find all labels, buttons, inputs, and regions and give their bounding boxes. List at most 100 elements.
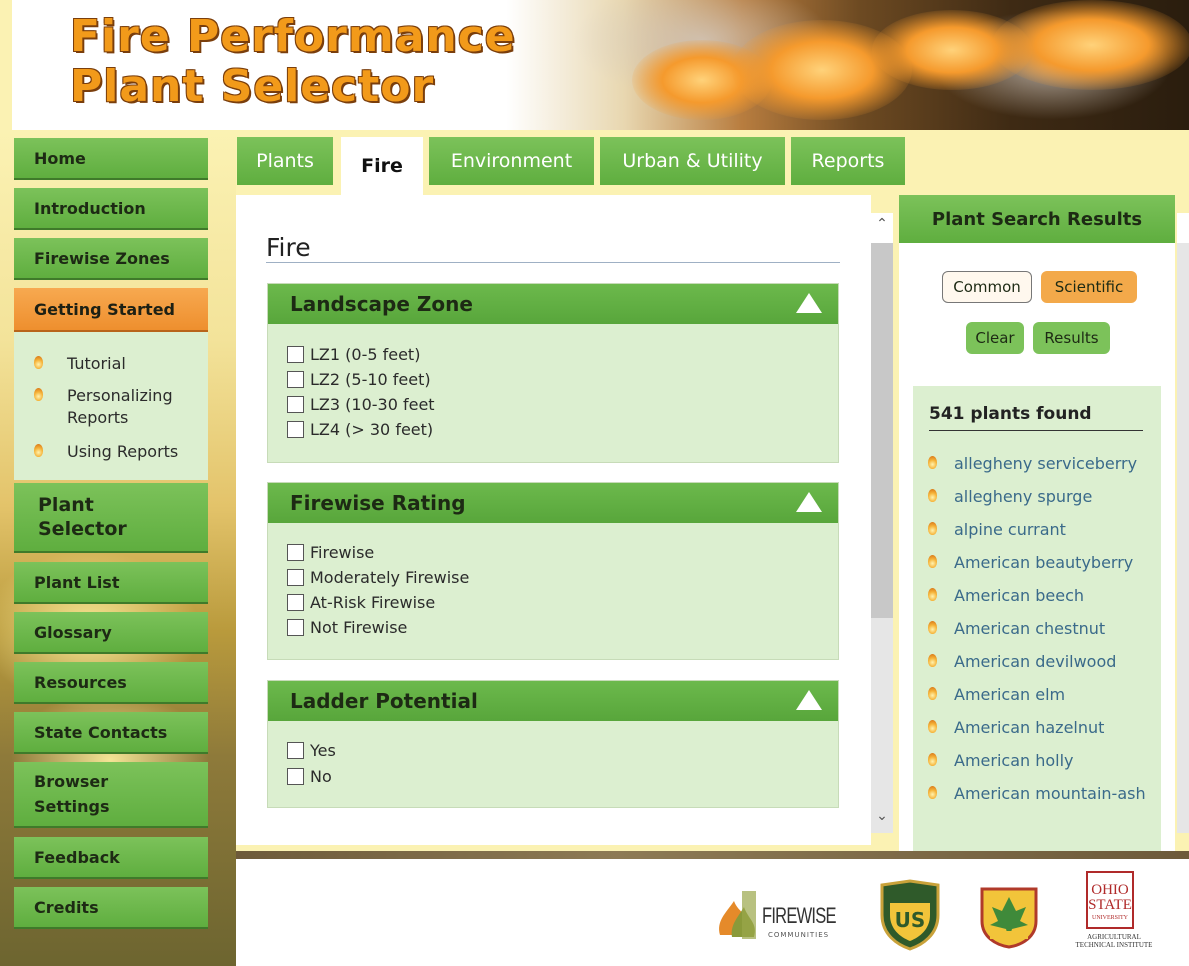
collapse-up-icon[interactable] — [796, 690, 822, 710]
page-title: Fire — [266, 233, 311, 262]
app-title: Fire Performance Plant Selector — [70, 12, 516, 112]
result-item[interactable]: American elm — [913, 683, 1161, 707]
nav-feedback[interactable]: Feedback — [14, 837, 208, 879]
result-item[interactable]: American hazelnut — [913, 716, 1161, 740]
option-lz4[interactable]: LZ4 (> 30 feet) — [287, 417, 433, 441]
tab-urban-utility-label: Urban & Utility — [622, 150, 763, 172]
flame-bullet-icon — [928, 786, 937, 799]
scientific-name-toggle[interactable]: Scientific — [1041, 271, 1137, 303]
option-lz1-label: LZ1 (0-5 feet) — [310, 344, 421, 364]
option-at-risk-firewise[interactable]: At-Risk Firewise — [287, 590, 435, 614]
result-item-label: allegheny serviceberry — [954, 454, 1138, 473]
nav-getting-started-label: Getting Started — [34, 299, 175, 319]
submenu-tutorial[interactable]: Tutorial — [14, 353, 208, 375]
option-lz2[interactable]: LZ2 (5-10 feet) — [287, 367, 431, 391]
title-divider — [266, 262, 840, 263]
tab-fire-label: Fire — [361, 155, 403, 177]
nav-state-contacts-label: State Contacts — [34, 722, 168, 742]
tab-environment-label: Environment — [450, 150, 573, 172]
results-scroll-track[interactable] — [1177, 243, 1189, 833]
tab-plants-label: Plants — [256, 150, 314, 172]
main-scrollbar[interactable]: ⌃ ⌄ — [871, 213, 893, 833]
ladder-potential-group: Ladder Potential Yes No — [267, 680, 839, 808]
checkbox[interactable] — [287, 420, 304, 438]
checkbox[interactable] — [287, 741, 304, 759]
option-no[interactable]: No — [287, 764, 332, 788]
result-item[interactable]: American mountain-ash — [913, 782, 1161, 830]
common-name-toggle[interactable]: Common — [942, 271, 1032, 303]
checkbox[interactable] — [287, 568, 304, 586]
tab-urban-utility[interactable]: Urban & Utility — [600, 137, 785, 185]
nav-plant-selector[interactable]: Plant Selector — [14, 483, 208, 553]
nav-credits[interactable]: Credits — [14, 887, 208, 929]
option-lz4-label: LZ4 (> 30 feet) — [310, 419, 434, 439]
nav-state-contacts[interactable]: State Contacts — [14, 712, 208, 754]
scroll-up-icon[interactable]: ⌃ — [874, 217, 890, 231]
results-button[interactable]: Results — [1033, 322, 1110, 354]
tab-environment[interactable]: Environment — [429, 137, 594, 185]
ohio-state-ati-logo[interactable]: OHIO STATE UNIVERSITY AGRICULTURAL TECHN… — [1074, 871, 1154, 963]
main-scroll-thumb[interactable] — [871, 243, 893, 618]
option-yes[interactable]: Yes — [287, 738, 336, 762]
forest-service-shield-icon: US — [880, 879, 940, 951]
nav-introduction[interactable]: Introduction — [14, 188, 208, 230]
clear-button-label: Clear — [975, 329, 1015, 347]
result-item[interactable]: allegheny spurge — [913, 485, 1161, 509]
nav-resources[interactable]: Resources — [14, 662, 208, 704]
submenu-personalizing-reports[interactable]: Personalizing Reports — [14, 385, 208, 429]
checkbox[interactable] — [287, 345, 304, 363]
scientific-name-toggle-label: Scientific — [1054, 278, 1124, 296]
checkbox[interactable] — [287, 543, 304, 561]
tab-plants[interactable]: Plants — [237, 137, 333, 185]
landscape-zone-group: Landscape Zone LZ1 (0-5 feet) LZ2 (5-10 … — [267, 283, 839, 463]
checkbox[interactable] — [287, 618, 304, 636]
nav-browser-settings[interactable]: Browser Settings — [14, 762, 208, 828]
option-not-firewise[interactable]: Not Firewise — [287, 615, 407, 639]
checkbox[interactable] — [287, 370, 304, 388]
result-item[interactable]: allegheny serviceberry — [913, 452, 1161, 476]
result-item-label: American mountain-ash — [954, 784, 1146, 803]
option-firewise[interactable]: Firewise — [287, 540, 374, 564]
result-item[interactable]: American devilwood — [913, 650, 1161, 674]
tab-fire[interactable]: Fire — [341, 137, 423, 195]
result-item[interactable]: American holly — [913, 749, 1161, 773]
nav-getting-started[interactable]: Getting Started — [14, 288, 208, 332]
ladder-potential-header[interactable]: Ladder Potential — [268, 681, 838, 721]
result-item[interactable]: American beautyberry — [913, 551, 1161, 575]
nav-glossary[interactable]: Glossary — [14, 612, 208, 654]
clear-button[interactable]: Clear — [966, 322, 1024, 354]
landscape-zone-header[interactable]: Landscape Zone — [268, 284, 838, 324]
option-lz3[interactable]: LZ3 (10-30 feet — [287, 392, 435, 416]
result-item[interactable]: American beech — [913, 584, 1161, 608]
checkbox[interactable] — [287, 593, 304, 611]
results-count: 541 plants found — [929, 404, 1092, 424]
results-scrollbar[interactable] — [1177, 213, 1189, 833]
option-at-risk-firewise-label: At-Risk Firewise — [310, 592, 436, 612]
result-item[interactable]: alpine currant — [913, 518, 1161, 542]
ohio-line3: UNIVERSITY — [1092, 915, 1128, 921]
checkbox[interactable] — [287, 767, 304, 785]
firewise-rating-header[interactable]: Firewise Rating — [268, 483, 838, 523]
west-virginia-division-of-forestry-logo[interactable] — [976, 881, 1042, 949]
result-item[interactable]: American chestnut — [913, 617, 1161, 641]
flame-bullet-icon — [928, 456, 937, 469]
nav-firewise-zones[interactable]: Firewise Zones — [14, 238, 208, 280]
forest-service-logo[interactable]: US — [878, 879, 942, 951]
flame-bullet-icon — [928, 489, 937, 502]
ohio-line2: STATE — [1088, 897, 1132, 913]
firewise-rating-title: Firewise Rating — [290, 491, 466, 515]
scroll-down-icon[interactable]: ⌄ — [874, 809, 890, 823]
collapse-up-icon[interactable] — [796, 492, 822, 512]
submenu-using-reports[interactable]: Using Reports — [14, 441, 208, 463]
option-lz1[interactable]: LZ1 (0-5 feet) — [287, 342, 420, 366]
flame-bullet-icon — [34, 356, 43, 369]
firewise-communities-logo[interactable]: FIREWISE COMMUNITIES — [712, 885, 838, 951]
tab-reports[interactable]: Reports — [791, 137, 905, 185]
nav-plant-list[interactable]: Plant List — [14, 562, 208, 604]
flame-bullet-icon — [928, 555, 937, 568]
result-item-label: allegheny spurge — [954, 487, 1093, 506]
option-moderately-firewise[interactable]: Moderately Firewise — [287, 565, 469, 589]
nav-home[interactable]: Home — [14, 138, 208, 180]
checkbox[interactable] — [287, 395, 304, 413]
collapse-up-icon[interactable] — [796, 293, 822, 313]
